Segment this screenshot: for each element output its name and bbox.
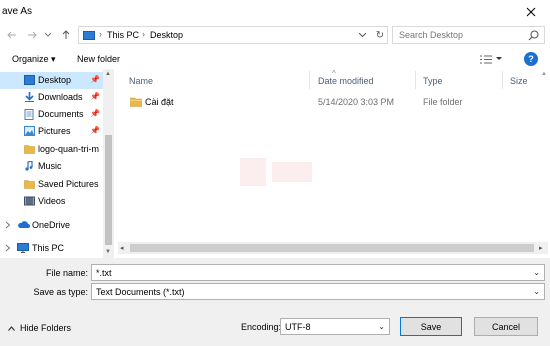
hide-folders-label: Hide Folders	[20, 323, 72, 333]
view-options-button[interactable]	[480, 53, 508, 65]
command-bar: Organize ▾ New folder ?	[0, 49, 550, 69]
navigation-pane: Desktop 📌 Downloads 📌 Documents 📌 Pictur…	[0, 69, 114, 259]
scroll-left-icon[interactable]: ◂	[120, 244, 124, 252]
chevron-right-icon[interactable]	[5, 244, 13, 252]
sidebar-item-logo-quan-tri[interactable]: logo-quan-tri-m	[0, 141, 104, 158]
sidebar-item-desktop[interactable]: Desktop 📌	[0, 72, 104, 89]
folder-icon	[130, 97, 142, 107]
recent-dropdown-icon[interactable]	[42, 24, 54, 46]
watermark-logo	[236, 148, 316, 196]
folder-icon	[24, 144, 35, 154]
column-size[interactable]: Size	[510, 76, 528, 86]
sidebar-item-documents[interactable]: Documents 📌	[0, 106, 104, 123]
title-bar: ave As	[0, 0, 550, 24]
column-type[interactable]: Type	[423, 76, 443, 86]
scrollbar-thumb[interactable]	[105, 135, 112, 245]
pc-icon	[17, 243, 29, 253]
column-divider[interactable]	[415, 71, 416, 89]
file-name-value: *.txt	[96, 268, 112, 278]
breadcrumb-desktop[interactable]: Desktop	[150, 30, 183, 40]
window-title: ave As	[2, 6, 33, 17]
file-name: Cài đặt	[145, 97, 174, 107]
new-folder-button[interactable]: New folder	[77, 54, 120, 64]
help-icon[interactable]: ?	[524, 52, 538, 66]
address-dropdown-icon[interactable]	[355, 28, 369, 42]
scrollbar-thumb[interactable]	[130, 244, 534, 252]
column-divider[interactable]	[502, 71, 503, 89]
chevron-right-icon[interactable]	[5, 221, 13, 229]
column-name[interactable]: Name	[129, 76, 153, 86]
save-as-type-select[interactable]: Text Documents (*.txt) ⌄	[91, 283, 545, 300]
sidebar-item-saved-pictures[interactable]: Saved Pictures	[0, 176, 104, 193]
sidebar-item-videos[interactable]: Videos	[0, 193, 104, 210]
organize-button[interactable]: Organize ▾	[12, 54, 56, 65]
save-as-type-value: Text Documents (*.txt)	[96, 287, 185, 297]
cancel-button[interactable]: Cancel	[474, 317, 538, 336]
save-button[interactable]: Save	[400, 317, 462, 336]
pin-icon: 📌	[90, 92, 100, 101]
address-bar[interactable]: › This PC › Desktop ↻	[78, 26, 388, 44]
search-input[interactable]: Search Desktop	[392, 26, 545, 44]
encoding-value: UTF-8	[285, 322, 311, 332]
pin-icon: 📌	[90, 126, 100, 135]
folder-icon	[24, 179, 35, 189]
column-divider[interactable]	[309, 71, 310, 89]
refresh-icon[interactable]: ↻	[373, 28, 387, 42]
chevron-right-icon: ›	[99, 29, 102, 39]
chevron-right-icon: ›	[142, 29, 145, 39]
save-as-type-label: Save as type:	[33, 287, 88, 297]
encoding-select[interactable]: UTF-8 ⌄	[280, 318, 390, 335]
close-icon[interactable]	[522, 4, 540, 20]
sidebar-item-onedrive[interactable]: OneDrive	[0, 217, 104, 234]
onedrive-icon	[17, 220, 30, 230]
scroll-up-icon[interactable]: ▲	[541, 71, 547, 77]
column-header: ^ Name Date modified Type Size	[118, 69, 550, 91]
file-name-label: File name:	[45, 268, 88, 278]
pc-icon	[83, 31, 95, 40]
horizontal-scrollbar[interactable]: ◂ ▸	[118, 242, 548, 254]
file-date-modified: 5/14/2020 3:03 PM	[318, 97, 395, 107]
file-type: File folder	[423, 97, 463, 107]
pin-icon: 📌	[90, 109, 100, 118]
details-view-icon	[480, 55, 492, 63]
sidebar-item-downloads[interactable]: Downloads 📌	[0, 89, 104, 106]
pictures-icon	[24, 126, 35, 136]
scroll-up-icon[interactable]: ▲	[105, 71, 111, 77]
chevron-down-icon[interactable]: ⌄	[533, 287, 540, 296]
encoding-label: Encoding:	[241, 322, 282, 332]
chevron-down-icon[interactable]: ⌄	[533, 268, 540, 277]
chevron-down-icon[interactable]: ⌄	[378, 322, 385, 331]
pin-icon: 📌	[90, 75, 100, 84]
file-name-field[interactable]: *.txt ⌄	[91, 264, 545, 281]
scroll-down-icon[interactable]: ▼	[105, 249, 111, 255]
chevron-up-icon	[8, 325, 15, 331]
downloads-icon	[24, 92, 35, 102]
chevron-down-icon	[496, 57, 502, 60]
sidebar-item-this-pc[interactable]: This PC	[0, 240, 104, 257]
up-arrow-icon[interactable]	[58, 24, 74, 46]
forward-arrow-icon[interactable]	[24, 24, 40, 46]
desktop-icon	[24, 75, 35, 85]
scroll-right-icon[interactable]: ▸	[539, 244, 543, 252]
file-row[interactable]: Cài đặt 5/14/2020 3:03 PM File folder	[118, 94, 498, 111]
search-placeholder: Search Desktop	[399, 30, 464, 40]
content-vertical-scrollbar[interactable]: ▲	[538, 69, 550, 242]
hide-folders-button[interactable]: Hide Folders	[8, 321, 71, 335]
videos-icon	[24, 196, 35, 206]
documents-icon	[24, 109, 35, 120]
address-row: › This PC › Desktop ↻ Search Desktop	[0, 24, 550, 46]
back-arrow-icon[interactable]	[4, 24, 20, 46]
breadcrumb-this-pc[interactable]: This PC	[107, 30, 139, 40]
sidebar-item-music[interactable]: Music	[0, 158, 104, 175]
music-icon	[24, 161, 35, 171]
search-icon[interactable]	[528, 30, 540, 42]
sidebar-item-pictures[interactable]: Pictures 📌	[0, 123, 104, 140]
column-date-modified[interactable]: Date modified	[318, 76, 374, 86]
navigation-scrollbar[interactable]: ▲ ▼	[103, 69, 114, 259]
